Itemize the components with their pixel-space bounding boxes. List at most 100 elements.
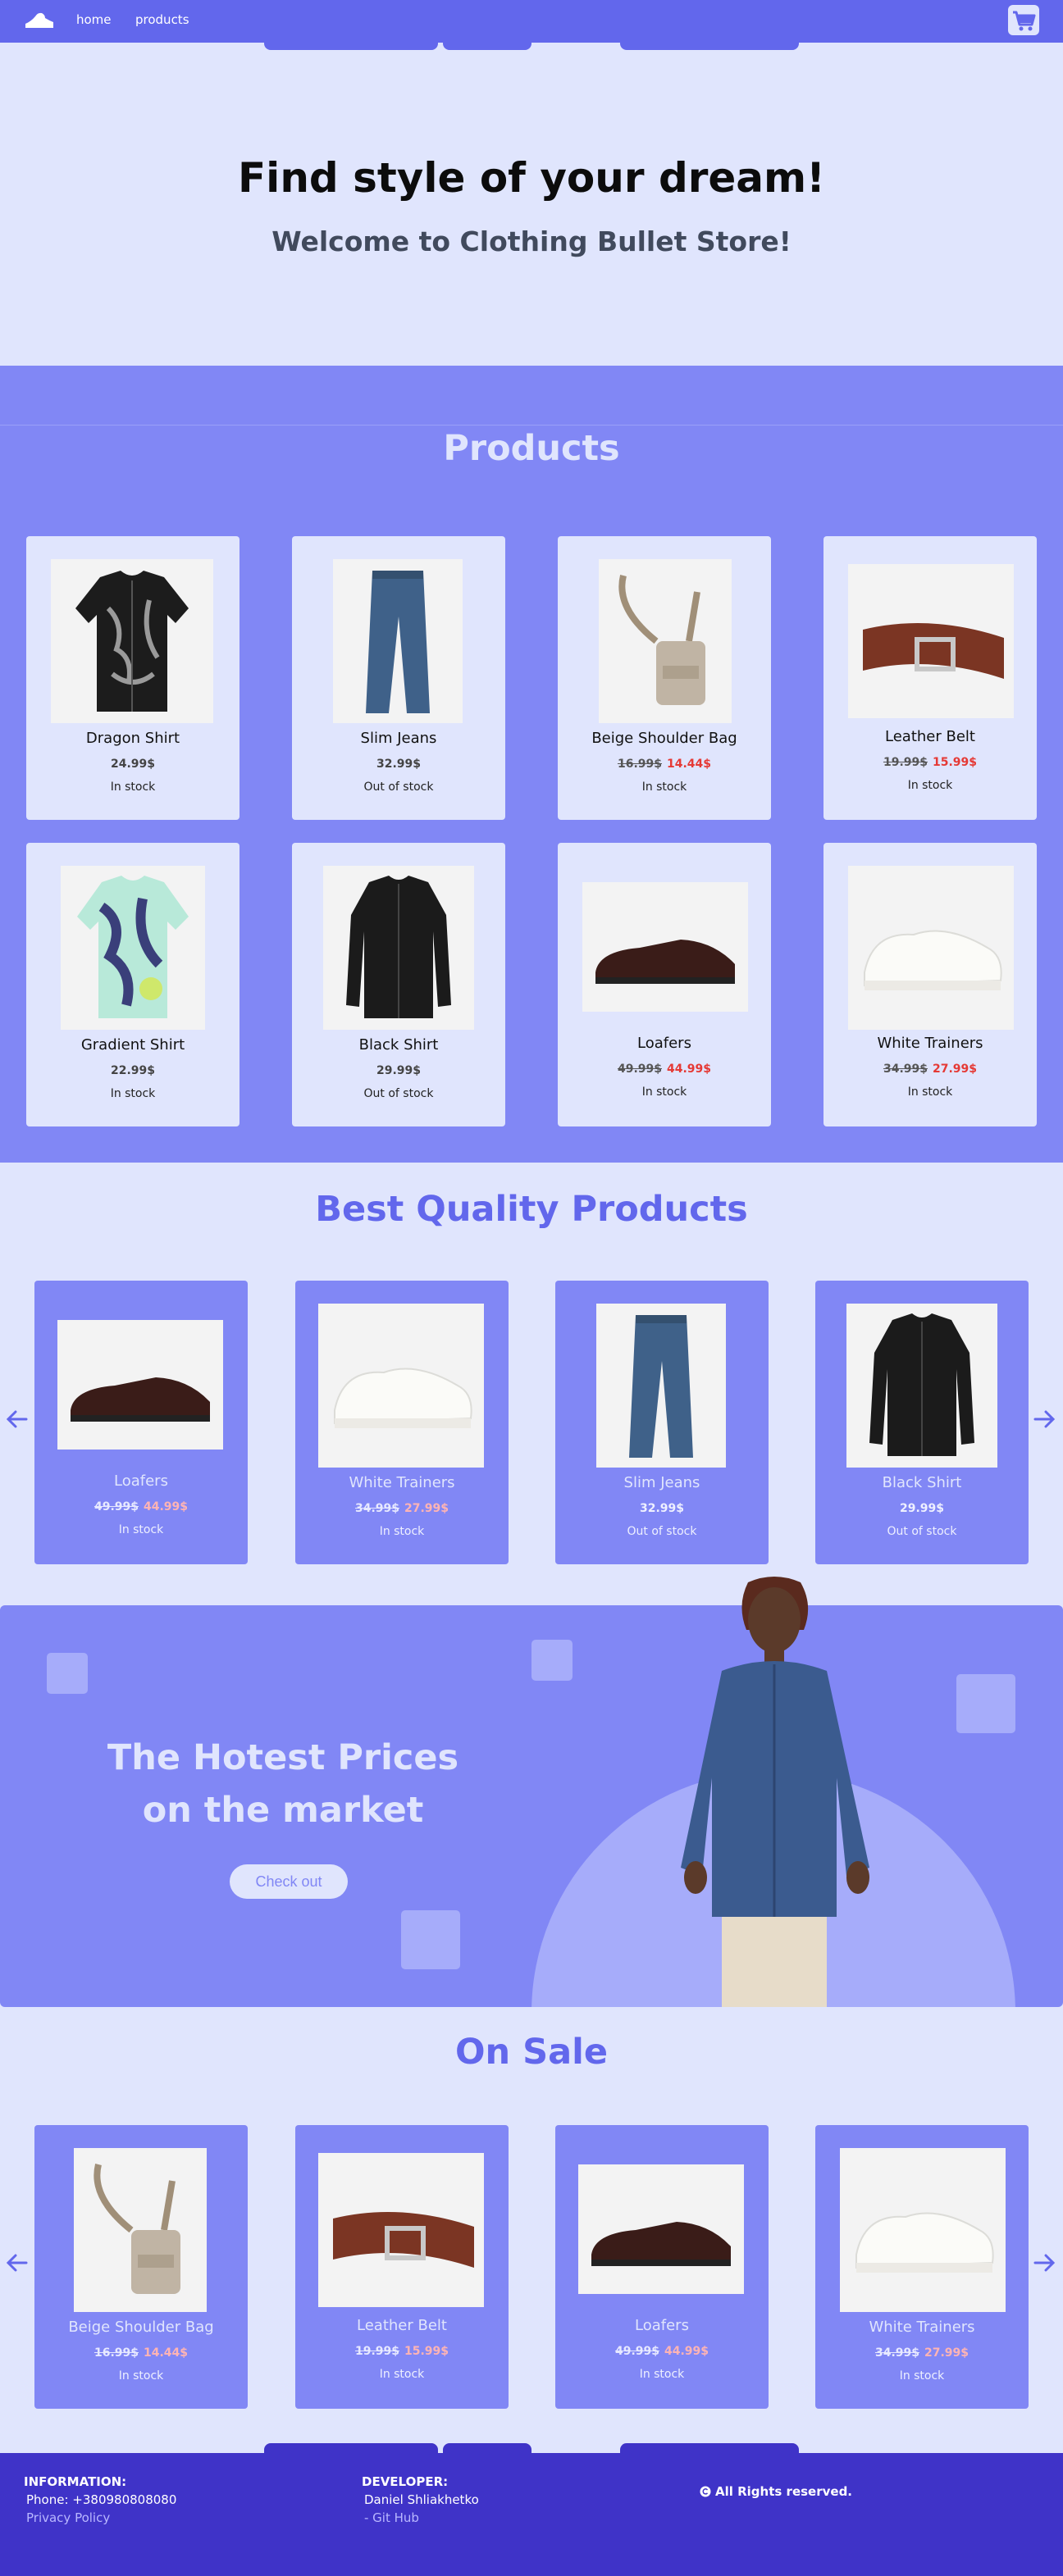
sale-price: 44.99$ xyxy=(664,2345,709,2358)
privacy-policy-link[interactable]: Privacy Policy xyxy=(26,2510,110,2525)
arrow-left-icon[interactable] xyxy=(5,2251,30,2275)
product-card[interactable]: Slim Jeans 32.99$ Out of stock xyxy=(292,536,505,820)
product-name: Dragon Shirt xyxy=(85,730,180,747)
product-price: 16.99$ 14.44$ xyxy=(558,758,771,771)
developer-name: Daniel Shliakhetko xyxy=(364,2492,479,2507)
price-value: 22.99$ xyxy=(110,1064,156,1077)
stock-status: In stock xyxy=(110,1087,156,1100)
stock-status: In stock xyxy=(118,1523,164,1536)
price-value: 24.99$ xyxy=(110,758,156,771)
arrow-right-icon[interactable] xyxy=(1032,2251,1056,2275)
old-price: 49.99$ xyxy=(94,1500,139,1513)
stock-status: In stock xyxy=(110,781,156,794)
sale-price: 44.99$ xyxy=(667,1063,712,1076)
stock-status: Out of stock xyxy=(363,781,434,794)
loafers-image xyxy=(57,1320,223,1450)
product-card[interactable]: Leather Belt 19.99$ 15.99$ In stock xyxy=(823,536,1037,820)
product-card[interactable]: Black Shirt 29.99$ Out of stock xyxy=(292,843,505,1126)
best-product-card[interactable]: Loafers 49.99$ 44.99$ In stock xyxy=(34,1281,248,1564)
product-name: White Trainers xyxy=(869,2319,975,2336)
nav-products-link[interactable]: products xyxy=(135,12,189,27)
black-shirt-image xyxy=(323,866,474,1030)
site-footer xyxy=(0,2453,1063,2576)
white-trainers-image xyxy=(840,2148,1006,2312)
header-notch xyxy=(264,39,438,50)
hero-title: Find style of your dream! xyxy=(238,154,825,202)
check-out-button[interactable]: Check out xyxy=(230,1864,348,1899)
product-card[interactable]: Loafers 49.99$ 44.99$ In stock xyxy=(558,843,771,1126)
best-product-card[interactable]: White Trainers 34.99$ 27.99$ In stock xyxy=(295,1281,509,1564)
loafers-image xyxy=(582,882,748,1012)
sale-price: 15.99$ xyxy=(404,2345,449,2358)
banner-line-2: on the market xyxy=(142,1790,424,1831)
old-price: 34.99$ xyxy=(354,1502,399,1515)
product-name: White Trainers xyxy=(877,1035,983,1052)
github-link[interactable]: - Git Hub xyxy=(364,2510,419,2525)
old-price: 19.99$ xyxy=(883,756,928,769)
slim-jeans-image xyxy=(333,559,463,723)
product-name: Loafers xyxy=(635,2317,689,2334)
old-price: 49.99$ xyxy=(617,1063,662,1076)
product-name: Loafers xyxy=(637,1035,691,1052)
sale-product-card[interactable]: Leather Belt 19.99$ 15.99$ In stock xyxy=(295,2125,509,2409)
product-name: Slim Jeans xyxy=(623,1474,700,1491)
sale-product-card[interactable]: Loafers 49.99$ 44.99$ In stock xyxy=(555,2125,769,2409)
stock-status: In stock xyxy=(641,781,687,794)
stock-status: Out of stock xyxy=(363,1087,434,1100)
old-price: 34.99$ xyxy=(883,1063,928,1076)
sale-product-card[interactable]: Beige Shoulder Bag 16.99$ 14.44$ In stock xyxy=(34,2125,248,2409)
product-price: 32.99$ xyxy=(555,1502,769,1515)
nav-home-link[interactable]: home xyxy=(76,12,112,27)
old-price: 16.99$ xyxy=(617,758,662,771)
price-value: 32.99$ xyxy=(376,758,422,771)
old-price: 16.99$ xyxy=(94,2346,139,2360)
old-price: 34.99$ xyxy=(874,2346,919,2360)
stock-status: Out of stock xyxy=(887,1525,957,1538)
sale-product-card[interactable]: White Trainers 34.99$ 27.99$ In stock xyxy=(815,2125,1029,2409)
product-name: Loafers xyxy=(114,1472,168,1490)
site-header: home products xyxy=(0,0,1063,43)
stock-status: In stock xyxy=(639,2368,685,2381)
header-notch xyxy=(443,39,532,50)
cart-icon xyxy=(1013,11,1036,31)
stock-status: Out of stock xyxy=(627,1525,697,1538)
loafers-image xyxy=(578,2164,744,2294)
product-price: 49.99$ 44.99$ xyxy=(558,1063,771,1076)
arrow-right-icon[interactable] xyxy=(1032,1407,1056,1431)
slim-jeans-image xyxy=(596,1304,726,1468)
model-image xyxy=(681,1577,869,2007)
product-price: 32.99$ xyxy=(292,758,505,771)
best-product-card[interactable]: Black Shirt 29.99$ Out of stock xyxy=(815,1281,1029,1564)
best-product-card[interactable]: Slim Jeans 32.99$ Out of stock xyxy=(555,1281,769,1564)
sale-price: 14.44$ xyxy=(667,758,712,771)
price-value: 32.99$ xyxy=(639,1502,685,1515)
sale-price: 27.99$ xyxy=(404,1502,449,1515)
stock-status: In stock xyxy=(379,1525,425,1538)
product-card[interactable]: Beige Shoulder Bag 16.99$ 14.44$ In stock xyxy=(558,536,771,820)
black-shirt-image xyxy=(846,1304,997,1468)
product-price: 29.99$ xyxy=(292,1064,505,1077)
developer-heading: DEVELOPER: xyxy=(362,2474,449,2489)
logo-icon[interactable] xyxy=(23,8,56,31)
cart-button[interactable] xyxy=(1008,5,1039,35)
product-name: Slim Jeans xyxy=(360,730,437,747)
sale-price: 44.99$ xyxy=(144,1500,189,1513)
copyright-text: All Rights reserved. xyxy=(715,2484,852,2499)
phone-number: Phone: +380980808080 xyxy=(26,2492,177,2507)
sale-price: 27.99$ xyxy=(924,2346,969,2360)
best-quality-title: Best Quality Products xyxy=(315,1189,748,1230)
product-card[interactable]: White Trainers 34.99$ 27.99$ In stock xyxy=(823,843,1037,1126)
product-name: Beige Shoulder Bag xyxy=(591,730,737,747)
stock-status: In stock xyxy=(907,1085,953,1099)
old-price: 19.99$ xyxy=(354,2345,399,2358)
product-price: 24.99$ xyxy=(26,758,240,771)
product-price: 22.99$ xyxy=(26,1064,240,1077)
banner-line-1: The Hotest Prices xyxy=(107,1737,459,1778)
stock-status: In stock xyxy=(118,2369,164,2383)
product-price: 29.99$ xyxy=(815,1502,1029,1515)
arrow-left-icon[interactable] xyxy=(5,1407,30,1431)
stock-status: In stock xyxy=(379,2368,425,2381)
product-card[interactable]: Gradient Shirt 22.99$ In stock xyxy=(26,843,240,1126)
stock-status: In stock xyxy=(907,779,953,792)
product-card[interactable]: Dragon Shirt 24.99$ In stock xyxy=(26,536,240,820)
